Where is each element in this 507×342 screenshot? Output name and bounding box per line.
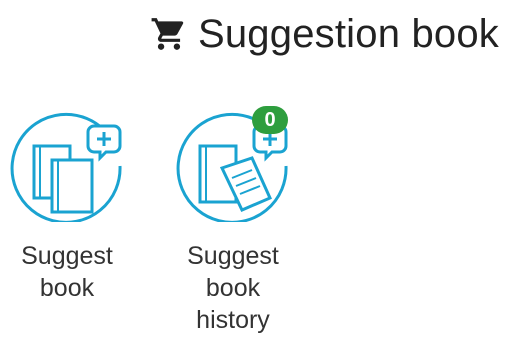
page: Suggestion book Suggest book 0 Suggest b… — [0, 0, 507, 342]
page-title: Suggestion book — [197, 12, 499, 56]
count-badge: 0 — [252, 106, 288, 134]
suggest-book-history-label[interactable]: Suggest book history — [168, 240, 298, 336]
suggest-book-icon[interactable] — [8, 110, 126, 222]
tiles-grid: Suggest book 0 Suggest book history — [0, 106, 507, 342]
suggest-book-history-tile[interactable]: 0 Suggest book history — [168, 106, 298, 336]
page-header: Suggestion book — [150, 10, 499, 58]
cart-icon — [151, 18, 184, 50]
suggest-book-icon-wrap[interactable] — [2, 110, 132, 222]
suggest-book-tile[interactable]: Suggest book — [2, 110, 132, 304]
suggest-book-label[interactable]: Suggest book — [2, 240, 132, 304]
suggest-book-history-icon-wrap[interactable]: 0 — [168, 106, 298, 222]
